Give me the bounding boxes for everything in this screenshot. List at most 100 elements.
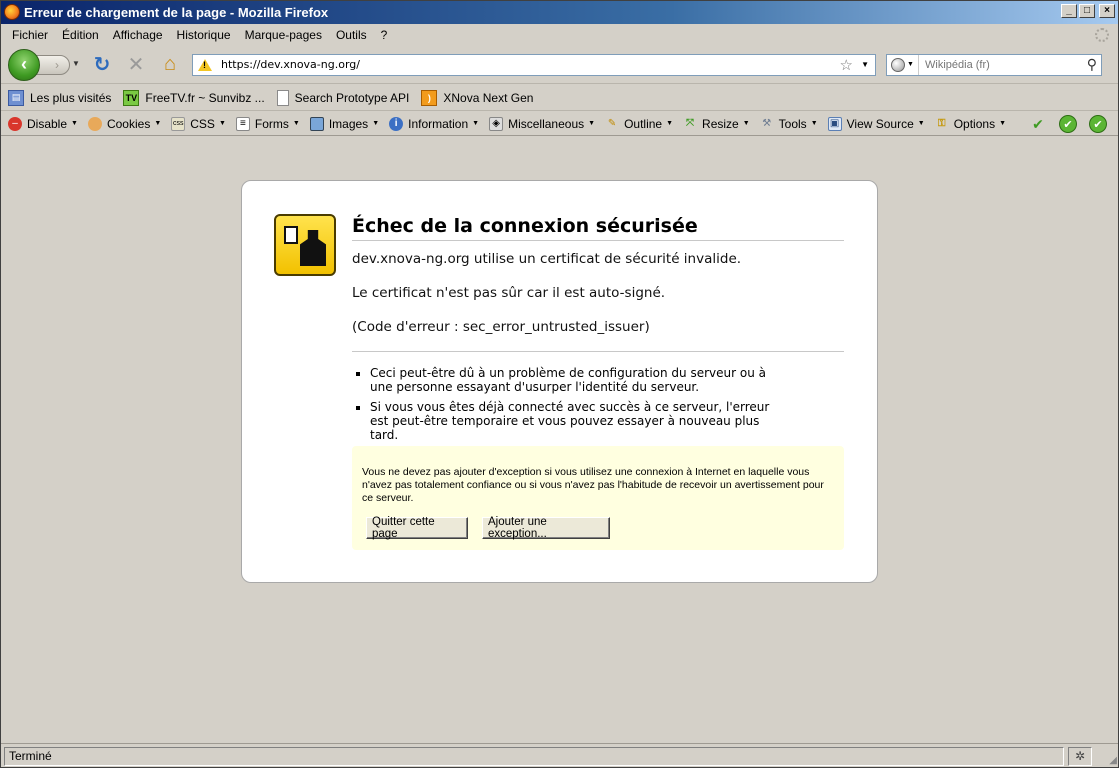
window-titlebar[interactable]: Erreur de chargement de la page - Mozill… xyxy=(0,0,1119,24)
webdev-forms[interactable]: ≡ Forms ▼ xyxy=(235,116,300,131)
search-bar[interactable]: ▼ ⚲ xyxy=(886,53,1102,76)
disable-icon: – xyxy=(8,116,22,131)
webdev-label: Outline xyxy=(624,116,663,131)
rss-icon: ) xyxy=(421,89,438,106)
check-icon[interactable]: ✔ xyxy=(1029,115,1047,133)
officer-silhouette-icon xyxy=(300,230,326,266)
webdev-label: Forms xyxy=(254,116,289,131)
menu-historique[interactable]: Historique xyxy=(171,26,239,44)
menu-edition[interactable]: Édition xyxy=(56,26,107,44)
bookmark-xnova[interactable]: ) XNova Next Gen xyxy=(421,89,534,106)
bookmark-label: Search Prototype API xyxy=(294,90,410,105)
bookmark-label: FreeTV.fr ~ Sunvibz ... xyxy=(145,90,265,105)
quit-page-button[interactable]: Quitter cette page xyxy=(366,516,468,540)
caret-down-icon: ▼ xyxy=(999,120,1007,127)
webdev-options[interactable]: ⚿ Options ▼ xyxy=(935,117,1006,131)
menu-fichier[interactable]: Fichier xyxy=(6,26,56,44)
search-icon[interactable]: ⚲ xyxy=(1087,56,1097,73)
search-input[interactable] xyxy=(923,57,1073,72)
add-exception-button[interactable]: Ajouter une exception... xyxy=(482,516,610,540)
miscellaneous-icon: ◈ xyxy=(489,116,504,131)
caret-down-icon: ▼ xyxy=(372,120,380,127)
list-item: Si vous vous êtes déjà connecté avec suc… xyxy=(370,400,772,442)
webdev-miscellaneous[interactable]: ◈ Miscellaneous ▼ xyxy=(489,116,596,131)
menu-marque-pages[interactable]: Marque-pages xyxy=(239,26,330,44)
warning-icon[interactable] xyxy=(193,55,217,75)
error-title: Échec de la connexion sécurisée xyxy=(352,215,844,241)
navigation-toolbar: › ‹ ▼ ↻ ✕ ⌂ https://dev.xnova-ng.org/ ☆ … xyxy=(0,46,1119,84)
status-bar: Terminé ✲ ◢ xyxy=(0,743,1119,768)
css-valid-icon[interactable]: ✔ xyxy=(1059,115,1077,133)
menu-affichage[interactable]: Affichage xyxy=(107,26,171,44)
bookmark-most-visited[interactable]: ▤ Les plus visités xyxy=(8,89,111,106)
caret-down-icon: ▼ xyxy=(292,120,300,127)
firefox-logo-icon xyxy=(4,4,20,20)
webdev-disable[interactable]: – Disable ▼ xyxy=(8,116,78,131)
html-valid-icon[interactable]: ✔ xyxy=(1089,115,1107,133)
tv-icon: TV xyxy=(123,89,140,106)
forms-icon: ≡ xyxy=(235,116,250,131)
security-officer-icon xyxy=(274,214,336,276)
menu-outils[interactable]: Outils xyxy=(330,26,375,44)
search-engine-selector[interactable]: ▼ xyxy=(887,54,919,75)
options-icon: ⚿ xyxy=(937,118,946,129)
error-code: (Code d'erreur : sec_error_untrusted_iss… xyxy=(352,319,650,335)
view-source-icon: ▣ xyxy=(827,116,842,131)
webdev-view-source[interactable]: ▣ View Source ▼ xyxy=(827,116,925,131)
bookmark-label: XNova Next Gen xyxy=(443,90,534,105)
wikipedia-globe-icon xyxy=(891,57,906,72)
webdev-label: Cookies xyxy=(106,116,151,131)
webdev-label: View Source xyxy=(846,116,914,131)
resize-grip-icon[interactable]: ◢ xyxy=(1109,755,1117,766)
reload-icon[interactable]: ↻ xyxy=(88,51,116,79)
bookmark-search-prototype[interactable]: Search Prototype API xyxy=(276,89,410,106)
webdev-label: Options xyxy=(953,116,996,131)
images-icon xyxy=(309,116,324,131)
webdev-information[interactable]: i Information ▼ xyxy=(389,116,480,131)
webdev-outline[interactable]: ✎ Outline ▼ xyxy=(605,117,673,131)
web-developer-toolbar: – Disable ▼ Cookies ▼ css CSS ▼ ≡ Forms ▼ Im… xyxy=(0,112,1119,136)
menu-bar: Fichier Édition Affichage Historique Mar… xyxy=(0,24,1119,46)
webdev-resize[interactable]: ⤧ Resize ▼ xyxy=(683,117,750,131)
window-controls: _ □ × xyxy=(1061,4,1115,18)
maximize-button[interactable]: □ xyxy=(1079,4,1095,18)
stop-icon[interactable]: ✕ xyxy=(122,51,150,79)
css-icon: css xyxy=(171,116,186,131)
back-arrow-icon: ‹ xyxy=(21,54,27,74)
bookmarks-toolbar: ▤ Les plus visités TV FreeTV.fr ~ Sunvib… xyxy=(0,85,1119,111)
webdev-images[interactable]: Images ▼ xyxy=(309,116,380,131)
close-button[interactable]: × xyxy=(1099,4,1115,18)
caret-down-icon: ▼ xyxy=(588,120,596,127)
window-title: Erreur de chargement de la page - Mozill… xyxy=(24,4,329,20)
document-icon xyxy=(284,226,298,244)
error-line-self-signed: Le certificat n'est pas sûr car il est a… xyxy=(352,285,666,301)
caret-down-icon: ▼ xyxy=(71,120,78,127)
bookmark-star-icon[interactable]: ☆ xyxy=(840,56,853,74)
cookies-icon xyxy=(87,116,102,131)
error-line-cert-invalid: dev.xnova-ng.org utilise un certificat d… xyxy=(352,251,742,267)
minimize-button[interactable]: _ xyxy=(1061,4,1077,18)
home-icon[interactable]: ⌂ xyxy=(156,51,184,79)
page-content: Échec de la connexion sécurisée dev.xnov… xyxy=(2,137,1117,742)
error-panel: Échec de la connexion sécurisée dev.xnov… xyxy=(241,180,878,583)
url-dropdown-icon[interactable]: ▼ xyxy=(861,60,869,69)
webdev-label: Tools xyxy=(778,116,807,131)
information-icon: i xyxy=(389,116,404,131)
caret-down-icon: ▼ xyxy=(154,120,162,127)
url-text[interactable]: https://dev.xnova-ng.org/ xyxy=(221,58,360,71)
webdev-label: Images xyxy=(328,116,369,131)
webdev-css[interactable]: css CSS ▼ xyxy=(171,116,226,131)
bookmark-freetv[interactable]: TV FreeTV.fr ~ Sunvibz ... xyxy=(123,89,265,106)
back-forward-group: › ‹ ▼ xyxy=(8,48,82,81)
webdev-cookies[interactable]: Cookies ▼ xyxy=(87,116,162,131)
back-button[interactable]: ‹ xyxy=(8,48,40,81)
caret-down-icon: ▼ xyxy=(810,120,818,127)
firebug-bug-icon[interactable]: ✲ xyxy=(1068,746,1092,766)
history-dropdown-icon[interactable]: ▼ xyxy=(72,59,80,68)
url-bar[interactable]: https://dev.xnova-ng.org/ ☆ ▼ xyxy=(192,53,876,76)
caret-down-icon: ▼ xyxy=(666,120,674,127)
caret-down-icon: ▼ xyxy=(472,120,480,127)
caret-down-icon: ▼ xyxy=(742,120,750,127)
webdev-tools[interactable]: ⚒ Tools ▼ xyxy=(760,116,818,131)
menu-help[interactable]: ? xyxy=(375,26,396,44)
